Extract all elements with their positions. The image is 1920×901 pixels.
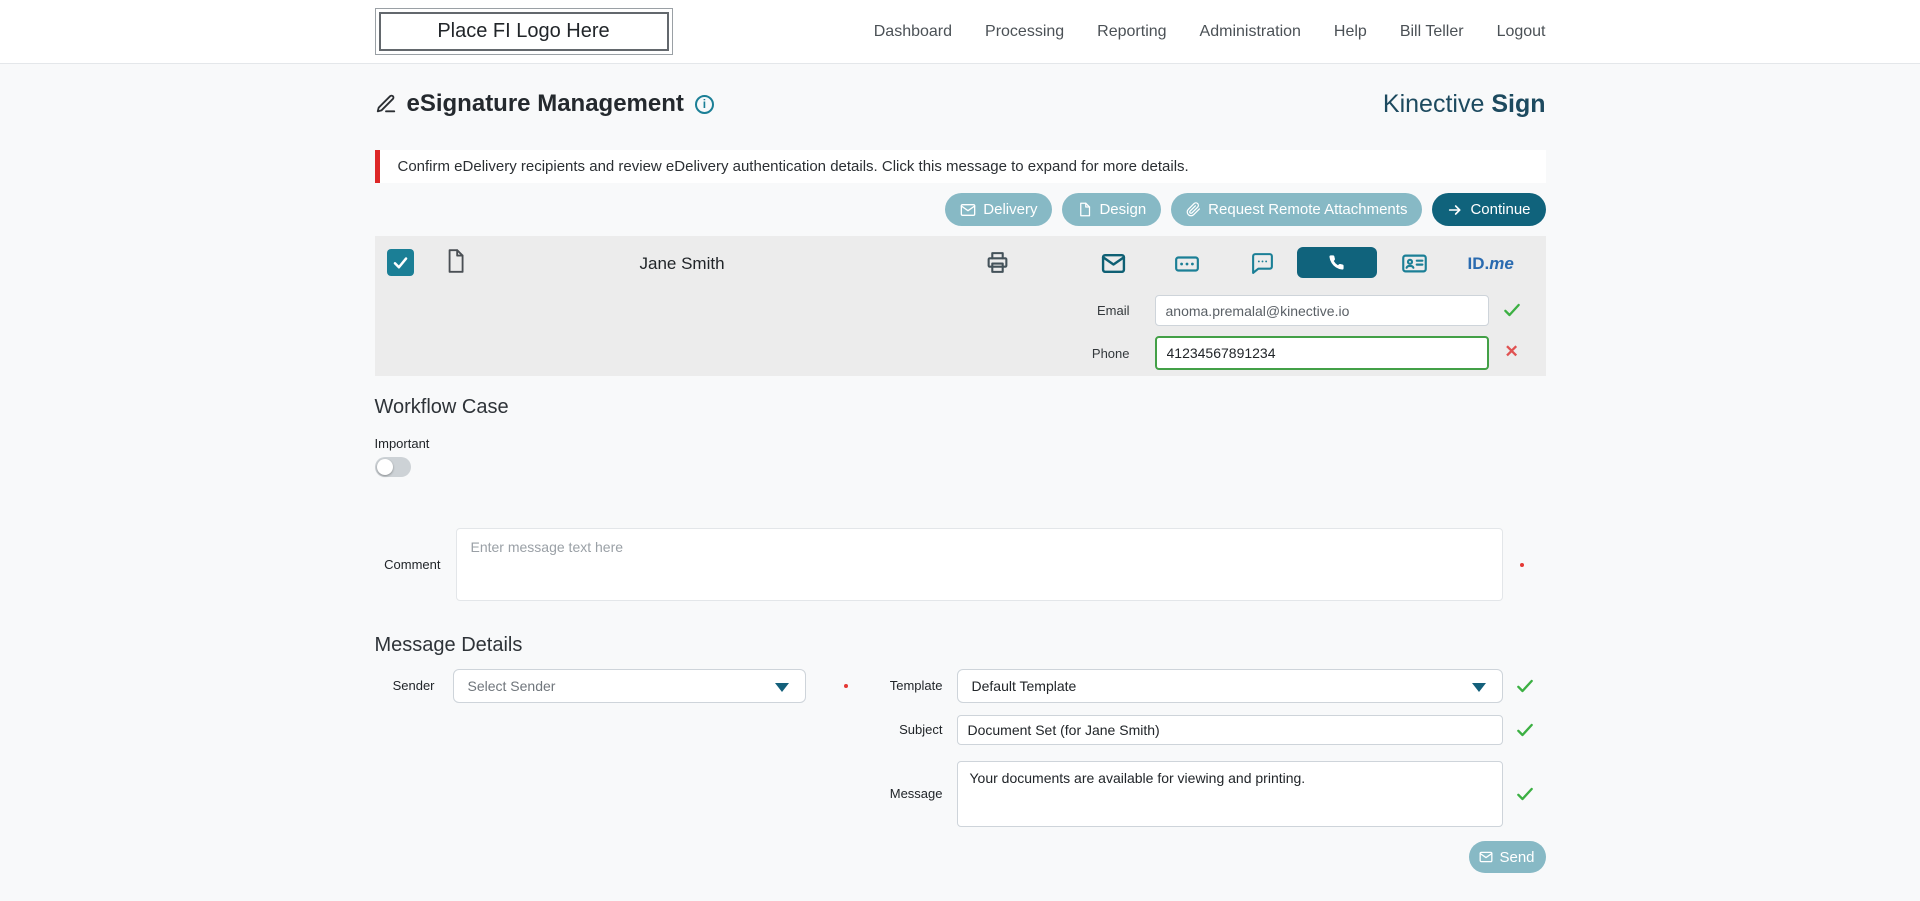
workflow-case-heading: Workflow Case [374, 396, 509, 418]
phone-field-label: Phone [1091, 346, 1130, 361]
design-button-label: Design [1099, 201, 1147, 218]
page-title: eSignature Management [406, 90, 684, 117]
password-auth-icon[interactable] [1174, 251, 1200, 277]
sender-selected-value: Select Sender [467, 678, 556, 694]
edelivery-alert-banner[interactable]: Confirm eDelivery recipients and review … [374, 150, 1546, 183]
envelope-icon [1479, 850, 1493, 864]
nav-item-logout[interactable]: Logout [1497, 23, 1546, 41]
brand-product: Sign [1491, 89, 1546, 118]
recipient-row: Jane Smith ID.me Email Phone ✕ [374, 236, 1546, 376]
sender-dropdown[interactable]: Select Sender [452, 669, 806, 703]
print-delivery-icon[interactable] [985, 250, 1010, 275]
nav-item-bill-teller[interactable]: Bill Teller [1400, 23, 1464, 41]
recipient-name: Jane Smith [639, 254, 725, 273]
subject-valid-check-icon [1515, 720, 1535, 740]
comment-label: Comment [384, 557, 441, 572]
idme-id-text: ID. [1467, 254, 1490, 273]
nav-item-processing[interactable]: Processing [985, 23, 1064, 41]
action-toolbar: Delivery Design Request Remote Attachmen… [375, 193, 1546, 226]
message-label: Message [889, 786, 943, 801]
document-set-icon[interactable] [442, 248, 468, 274]
sender-required-indicator [843, 684, 848, 688]
comment-row: Comment [375, 528, 1546, 601]
sender-label: Sender [392, 678, 435, 693]
nav-item-reporting[interactable]: Reporting [1097, 23, 1166, 41]
template-selected-value: Default Template [971, 678, 1077, 694]
delivery-button-label: Delivery [983, 201, 1038, 218]
send-button-label: Send [1499, 848, 1535, 866]
brand-logo: Kinective Sign [1383, 90, 1546, 119]
nav-item-dashboard[interactable]: Dashboard [874, 23, 952, 41]
design-button[interactable]: Design [1062, 193, 1162, 226]
comment-textarea[interactable] [455, 528, 1503, 601]
page-header: eSignature Management i Kinective Sign [375, 88, 1546, 120]
phone-input[interactable] [1154, 336, 1489, 370]
top-navbar: Place FI Logo Here Dashboard Processing … [0, 0, 1920, 64]
template-label: Template [889, 678, 943, 693]
info-icon[interactable]: i [694, 94, 714, 114]
email-field-label: Email [1096, 303, 1130, 318]
paperclip-icon [1186, 202, 1201, 217]
message-details-heading: Message Details [374, 634, 523, 656]
subject-input[interactable] [956, 715, 1503, 745]
delivery-button[interactable]: Delivery [945, 193, 1053, 226]
signature-pen-icon [375, 93, 397, 115]
idme-me-text: me [1489, 254, 1514, 273]
phone-invalid-x-icon: ✕ [1504, 342, 1519, 361]
continue-button-label: Continue [1470, 201, 1531, 218]
email-input[interactable] [1154, 295, 1489, 326]
important-toggle-label: Important [374, 436, 430, 451]
request-remote-attachments-label: Request Remote Attachments [1208, 201, 1408, 218]
message-details-form: Sender Select Sender Template Default Te… [375, 669, 1546, 877]
request-remote-attachments-button[interactable]: Request Remote Attachments [1171, 193, 1423, 226]
email-valid-check-icon [1502, 300, 1522, 320]
template-dropdown[interactable]: Default Template [956, 669, 1503, 703]
alert-text: Confirm eDelivery recipients and review … [397, 158, 1189, 175]
sms-auth-icon[interactable] [1250, 251, 1275, 276]
subject-label: Subject [899, 722, 943, 737]
document-icon [1077, 202, 1092, 217]
message-textarea[interactable]: Your documents are available for viewing… [956, 761, 1503, 827]
toggle-knob [376, 459, 393, 475]
arrow-right-icon [1447, 202, 1463, 218]
send-button[interactable]: Send [1468, 841, 1546, 873]
phone-auth-icon-selected[interactable] [1296, 247, 1377, 278]
chevron-down-icon [1471, 683, 1486, 692]
template-valid-check-icon [1515, 676, 1535, 696]
nav-links: Dashboard Processing Reporting Administr… [874, 23, 1546, 41]
brand-name: Kinective [1382, 89, 1485, 118]
message-valid-check-icon [1515, 784, 1535, 804]
important-toggle[interactable] [374, 457, 411, 477]
fi-logo-placeholder: Place FI Logo Here [374, 8, 673, 55]
fi-logo-text: Place FI Logo Here [378, 12, 669, 51]
envelope-icon [960, 202, 976, 218]
chevron-down-icon [774, 683, 789, 692]
comment-required-indicator [1519, 562, 1524, 567]
continue-button[interactable]: Continue [1432, 193, 1546, 226]
idme-auth-icon[interactable]: ID.me [1468, 254, 1514, 274]
nav-item-administration[interactable]: Administration [1200, 23, 1301, 41]
nav-item-help[interactable]: Help [1334, 23, 1367, 41]
recipient-checkbox[interactable] [386, 249, 414, 276]
kba-idcard-icon[interactable] [1401, 250, 1428, 277]
email-delivery-icon[interactable] [1101, 251, 1126, 276]
